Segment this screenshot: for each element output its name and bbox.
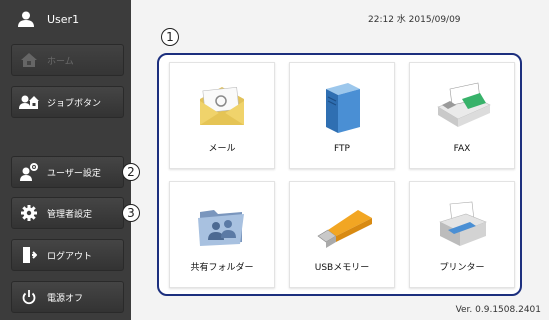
tile-usb-memory-label: USBメモリー: [314, 263, 370, 273]
user-icon: [18, 11, 34, 27]
job-button-icon: [19, 92, 39, 112]
tile-fax-label: FAX: [453, 144, 471, 154]
tile-ftp[interactable]: FTP: [289, 62, 395, 169]
tile-shared-folder-label: 共有フォルダー: [190, 263, 254, 273]
home-button[interactable]: ホーム: [11, 44, 124, 76]
version-label: Ver. 0.9.1508.2401: [455, 305, 541, 315]
ftp-server-icon: [326, 83, 360, 133]
user-settings-icon: [19, 162, 39, 182]
usb-memory-icon: [317, 210, 372, 248]
job-button-label: ジョブボタン: [47, 98, 102, 109]
tile-usb-memory[interactable]: USBメモリー: [289, 181, 395, 288]
callout-marker-2: 2: [122, 163, 140, 181]
tile-printer[interactable]: プリンター: [409, 181, 515, 288]
power-icon: [19, 287, 39, 307]
tile-mail-label: メール: [208, 144, 236, 154]
power-off-label: 電源オフ: [47, 293, 84, 304]
user-settings-label: ユーザー設定: [47, 168, 101, 179]
function-panel: メール FTP FAX 共有フォルダー USBメモリー プリンター: [157, 53, 522, 296]
logout-label: ログアウト: [47, 251, 93, 262]
printer-icon: [439, 201, 487, 246]
user-settings-button[interactable]: ユーザー設定: [11, 156, 124, 188]
user-name: User1: [47, 12, 80, 26]
tile-fax[interactable]: FAX: [409, 62, 515, 169]
logout-icon: [19, 245, 39, 265]
tile-shared-folder[interactable]: 共有フォルダー: [169, 181, 275, 288]
sidebar: User1 ホーム ジョブボタン ユーザー設定 管理者設定 ログアウト 電源オフ: [0, 0, 131, 320]
tile-printer-label: プリンター: [439, 263, 485, 273]
job-button[interactable]: ジョブボタン: [11, 86, 124, 118]
logout-button[interactable]: ログアウト: [11, 239, 124, 271]
shared-folder-icon: [198, 210, 244, 246]
callout-marker-3: 3: [122, 204, 140, 222]
tile-ftp-label: FTP: [334, 144, 350, 154]
fax-icon: [437, 82, 491, 127]
home-button-label: ホーム: [47, 56, 74, 67]
callout-marker-1: 1: [161, 28, 179, 46]
gear-icon: [19, 203, 39, 223]
mail-icon: [200, 86, 244, 125]
user-row: User1: [0, 0, 131, 38]
home-icon: [19, 50, 39, 70]
datetime: 22:12 水 2015/09/09: [368, 15, 461, 25]
power-off-button[interactable]: 電源オフ: [11, 281, 124, 313]
tile-mail[interactable]: メール: [169, 62, 275, 169]
admin-settings-label: 管理者設定: [47, 209, 93, 220]
admin-settings-button[interactable]: 管理者設定: [11, 197, 124, 229]
